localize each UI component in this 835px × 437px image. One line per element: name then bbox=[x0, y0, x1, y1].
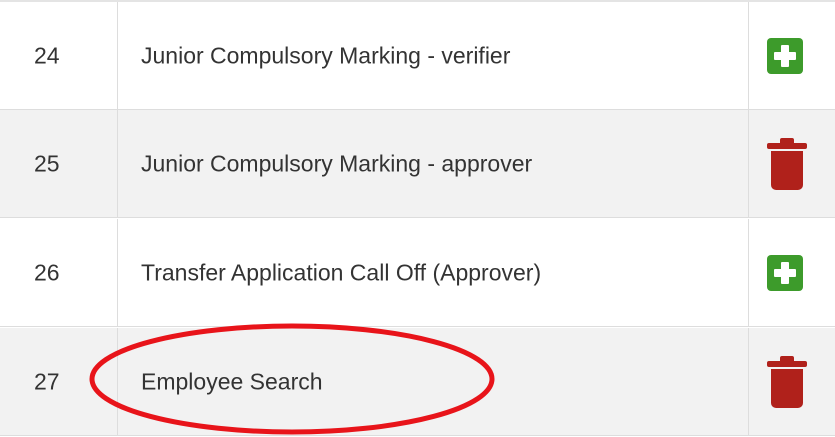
row-number-cell: 27 bbox=[0, 328, 118, 435]
table-row: 24 Junior Compulsory Marking - verifier bbox=[0, 2, 835, 110]
row-name: Junior Compulsory Marking - verifier bbox=[141, 42, 511, 68]
row-action-cell bbox=[749, 219, 835, 326]
row-number: 25 bbox=[34, 150, 60, 176]
table-row: 27 Employee Search bbox=[0, 328, 835, 436]
row-number-cell: 24 bbox=[0, 2, 118, 109]
row-name-cell: Employee Search bbox=[118, 328, 749, 435]
plus-icon bbox=[767, 254, 803, 291]
row-number: 26 bbox=[34, 259, 60, 285]
plus-icon bbox=[767, 37, 803, 74]
row-number: 27 bbox=[34, 368, 60, 394]
row-name-cell: Transfer Application Call Off (Approver) bbox=[118, 219, 749, 326]
row-action-cell bbox=[749, 2, 835, 109]
row-number-cell: 25 bbox=[0, 110, 118, 217]
row-action-cell bbox=[749, 110, 835, 217]
table-row: 26 Transfer Application Call Off (Approv… bbox=[0, 219, 835, 327]
row-number-cell: 26 bbox=[0, 219, 118, 326]
row-name: Employee Search bbox=[141, 368, 323, 394]
row-number: 24 bbox=[34, 42, 60, 68]
row-name: Junior Compulsory Marking - approver bbox=[141, 150, 533, 176]
row-action-cell bbox=[749, 328, 835, 435]
trash-icon bbox=[767, 137, 807, 190]
add-button[interactable] bbox=[767, 250, 803, 296]
trash-icon bbox=[767, 355, 807, 408]
row-name-cell: Junior Compulsory Marking - approver bbox=[118, 110, 749, 217]
add-button[interactable] bbox=[767, 33, 803, 79]
row-name-cell: Junior Compulsory Marking - verifier bbox=[118, 2, 749, 109]
delete-button[interactable] bbox=[767, 137, 807, 190]
row-name: Transfer Application Call Off (Approver) bbox=[141, 259, 542, 285]
delete-button[interactable] bbox=[767, 355, 807, 408]
permissions-table: 24 Junior Compulsory Marking - verifier … bbox=[0, 0, 835, 437]
table-row: 25 Junior Compulsory Marking - approver bbox=[0, 110, 835, 218]
